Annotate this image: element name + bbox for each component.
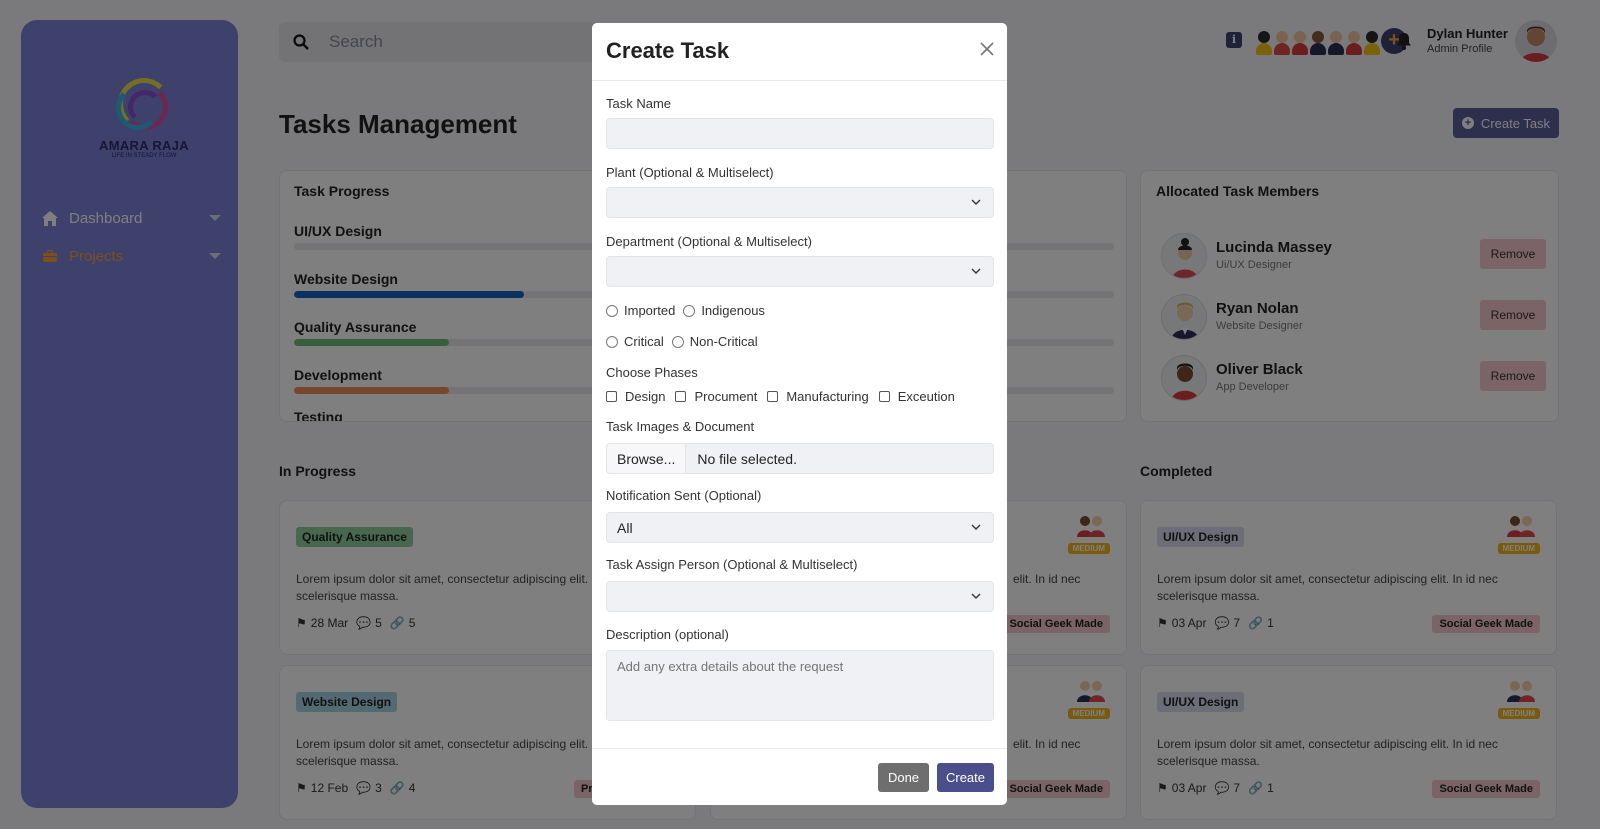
close-icon[interactable] [979, 41, 995, 57]
phases-checkbox-group: Design Procument Manufacturing Exceution [606, 389, 955, 404]
checkbox-procument[interactable] [675, 391, 687, 402]
radio-label: Critical [624, 334, 664, 349]
modal-footer: Done Create [592, 748, 1007, 805]
images-label: Task Images & Document [606, 419, 755, 434]
description-textarea[interactable] [606, 650, 994, 721]
assign-label: Task Assign Person (Optional & Multisele… [606, 557, 858, 572]
file-status: No file selected. [697, 450, 797, 467]
radio-label: Imported [624, 303, 676, 318]
checkbox-label: Exceution [897, 389, 955, 404]
modal-header: Create Task [592, 23, 1007, 81]
chevron-down-icon [971, 524, 981, 530]
chevron-down-icon [971, 593, 981, 599]
radio-imported[interactable] [606, 304, 618, 317]
radio-indigenous[interactable] [683, 304, 696, 317]
browse-button[interactable]: Browse... [607, 444, 687, 473]
checkbox-label: Manufacturing [786, 389, 869, 404]
chevron-down-icon [971, 268, 981, 274]
radio-critical[interactable] [606, 335, 618, 348]
radio-label: Non-Critical [689, 334, 758, 349]
create-task-modal: Create Task Task Name Plant (Optional & … [592, 23, 1007, 805]
notification-label: Notification Sent (Optional) [606, 488, 762, 503]
department-label: Department (Optional & Multiselect) [606, 234, 812, 249]
phases-label: Choose Phases [606, 365, 698, 380]
plant-select[interactable] [606, 187, 994, 218]
assign-person-select[interactable] [606, 581, 994, 612]
file-input[interactable]: Browse... No file selected. [606, 443, 994, 474]
notification-select[interactable]: All [606, 512, 994, 543]
task-name-input[interactable] [606, 118, 994, 149]
criticality-radio-group: Critical Non-Critical [606, 334, 758, 349]
done-button[interactable]: Done [878, 763, 929, 792]
create-button[interactable]: Create [937, 763, 994, 792]
department-select[interactable] [606, 256, 994, 287]
radio-label: Indigenous [701, 303, 765, 318]
checkbox-design[interactable] [606, 391, 617, 402]
notification-value: All [617, 519, 633, 536]
plant-label: Plant (Optional & Multiselect) [606, 165, 774, 180]
modal-title: Create Task [606, 38, 730, 63]
task-name-label: Task Name [606, 96, 672, 111]
description-label: Description (optional) [606, 627, 729, 642]
chevron-down-icon [971, 199, 981, 205]
checkbox-manufacturing[interactable] [767, 391, 779, 402]
radio-non-critical[interactable] [671, 335, 684, 348]
checkbox-label: Procument [694, 389, 758, 404]
checkbox-label: Design [625, 389, 666, 404]
origin-radio-group: Imported Indigenous [606, 303, 765, 318]
checkbox-exceution[interactable] [878, 391, 890, 402]
